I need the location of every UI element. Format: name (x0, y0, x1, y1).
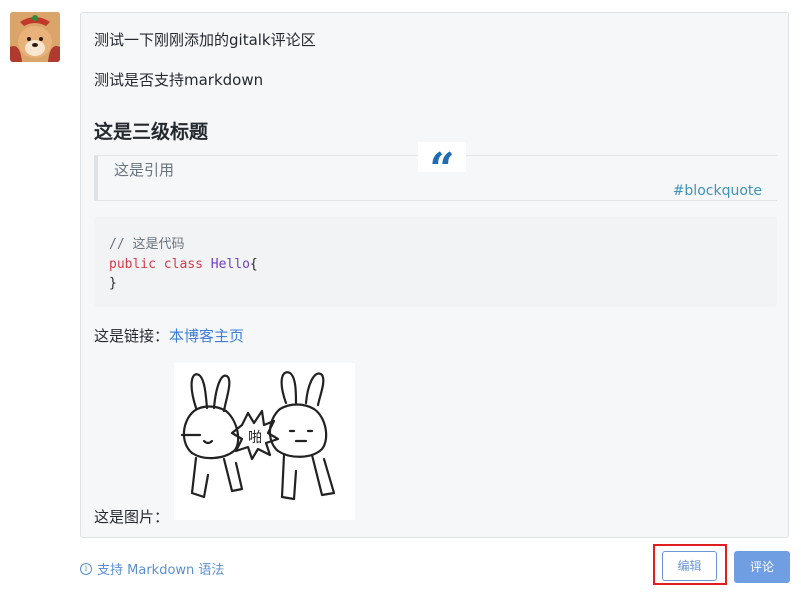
quote-mark-icon: “ (418, 142, 466, 195)
blockquote-tag: #blockquote (672, 183, 762, 199)
preview-line-2: 测试是否支持markdown (94, 71, 264, 89)
code-line-2: public class Hello{ (109, 255, 762, 275)
comment-submit-button[interactable]: 评论 (734, 551, 790, 583)
code-line-3: } (109, 274, 762, 294)
code-keyword-public: public (109, 256, 156, 272)
blockquote-text: 这是引用 (114, 161, 175, 179)
code-comment: // 这是代码 (109, 237, 185, 252)
rabbit-drawing: 啪 (180, 371, 336, 501)
blog-home-link[interactable]: 本博客主页 (169, 327, 244, 345)
preview-line-1: 测试一下刚刚添加的gitalk评论区 (94, 31, 316, 49)
link-prefix: 这是链接： (94, 327, 170, 345)
blockquote: “ 这是引用 #blockquote (94, 142, 777, 201)
edit-button[interactable]: 编辑 (662, 551, 717, 581)
dog-avatar-image (10, 12, 60, 62)
image-prefix: 这是图片： (94, 508, 170, 526)
code-block: // 这是代码 public class Hello{ } (94, 217, 777, 307)
rabbit-slap-image: 啪 (174, 363, 355, 520)
markdown-help-link[interactable]: i 支持 Markdown 语法 (80, 559, 224, 578)
comment-preview: 测试一下刚刚添加的gitalk评论区 测试是否支持markdown 这是三级标题… (80, 12, 789, 538)
markdown-help-text: 支持 Markdown 语法 (97, 563, 225, 578)
preview-heading-h3: 这是三级标题 (94, 121, 209, 143)
image-bubble-text: 啪 (248, 429, 262, 446)
code-class-name: Hello (210, 256, 250, 272)
link-paragraph: 这是链接：本博客主页 (94, 325, 244, 346)
code-brace-open: { (249, 256, 258, 272)
user-avatar (10, 12, 60, 62)
code-line-1: // 这是代码 (109, 235, 762, 255)
code-brace-close: } (109, 276, 117, 291)
info-icon: i (80, 562, 92, 575)
code-keyword-class: class (163, 256, 203, 272)
